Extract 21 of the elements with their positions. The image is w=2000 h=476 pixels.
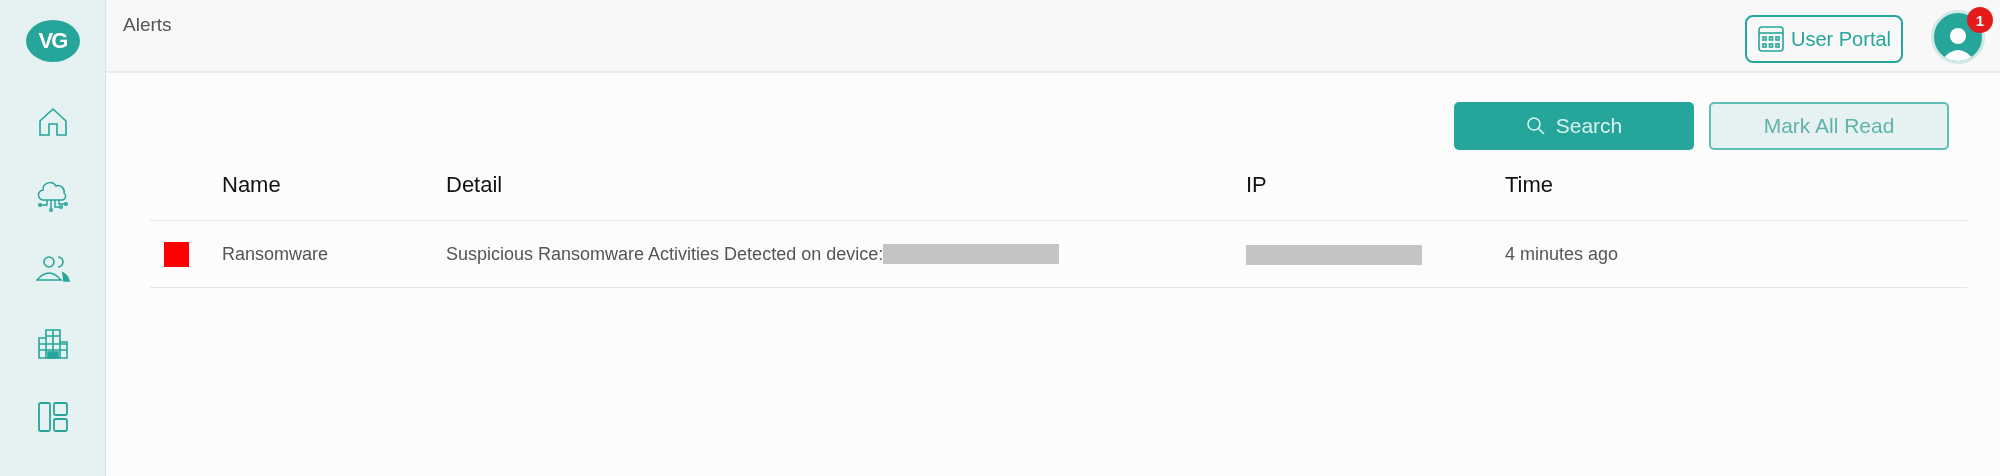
- column-header: Detail: [446, 172, 504, 198]
- table-cell-text: 4 minutes ago: [1505, 243, 1620, 265]
- search-button[interactable]: Search: [1454, 102, 1694, 150]
- notification-badge: 1: [1967, 7, 1993, 33]
- cloud-network-icon[interactable]: [35, 180, 70, 214]
- layout-icon[interactable]: [37, 402, 68, 432]
- users-icon[interactable]: [35, 254, 70, 284]
- user-avatar[interactable]: [1931, 10, 1985, 64]
- home-icon[interactable]: [36, 106, 69, 138]
- table-cell-text: Ransomware: [222, 243, 330, 265]
- page-title: Alerts: [123, 14, 173, 36]
- mark-all-read-button[interactable]: Mark All Read: [1709, 102, 1949, 150]
- grid-icon: [1756, 25, 1785, 53]
- search-icon: [1525, 116, 1546, 136]
- user-portal-button[interactable]: User Portal: [1744, 15, 1903, 63]
- column-header: Name: [222, 172, 282, 198]
- building-icon[interactable]: [37, 328, 68, 360]
- table-cell: Suspicious Ransomware Activities Detected on device:: [446, 243, 884, 265]
- column-header: Time: [1505, 172, 1555, 198]
- logo: VG: [25, 20, 80, 62]
- column-header: IP: [1246, 172, 1268, 198]
